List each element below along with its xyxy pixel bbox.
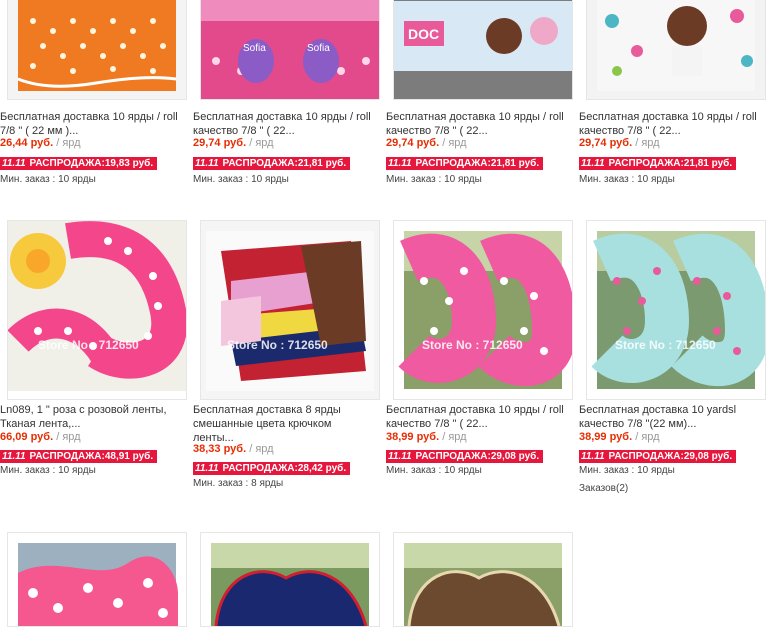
- sale-badge: 11.11 РАСПРОДАЖА:19,83 руб.: [0, 157, 158, 170]
- price-unit: / ярд: [635, 137, 660, 149]
- product-image[interactable]: [7, 0, 187, 100]
- price-row: 38,33 руб. / ярд: [193, 442, 274, 456]
- product-image[interactable]: [200, 532, 380, 627]
- min-order: Мин. заказ : 10 ярды: [0, 465, 96, 476]
- price: 38,99 руб.: [579, 431, 633, 443]
- product-image[interactable]: Store No : 712650: [586, 220, 766, 400]
- min-order: Мин. заказ : 8 ярды: [193, 478, 284, 489]
- sale-row: 11.11 РАСПРОДАЖА:29,08 руб.: [386, 446, 544, 463]
- product-image[interactable]: DOC: [393, 0, 573, 100]
- sale-event-icon: 11.11: [195, 158, 219, 169]
- price-row: 29,74 руб. / ярд: [193, 136, 274, 150]
- sale-row: 11.11 РАСПРОДАЖА:48,91 руб.: [0, 446, 158, 463]
- product-title[interactable]: Ln089, 1 " роза с розовой ленты, Тканая …: [0, 403, 178, 431]
- price: 66,09 руб.: [0, 431, 54, 443]
- sale-row: 11.11 РАСПРОДАЖА:21,81 руб.: [386, 153, 544, 170]
- price-row: 66,09 руб. / ярд: [0, 430, 81, 444]
- product-image[interactable]: Store No : 712650: [200, 220, 380, 400]
- product-title[interactable]: Бесплатная доставка 10 ярды / roll качес…: [579, 110, 757, 138]
- sale-event-icon: 11.11: [581, 158, 605, 169]
- sale-row: 11.11 РАСПРОДАЖА:21,81 руб.: [579, 153, 737, 170]
- sale-label: РАСПРОДАЖА:: [608, 451, 684, 462]
- svg-text:Sofia: Sofia: [243, 43, 266, 54]
- sale-price: 28,42 руб.: [297, 463, 347, 474]
- sale-event-icon: 11.11: [388, 451, 412, 462]
- price: 26,44 руб.: [0, 137, 54, 149]
- sale-price: 21,81 руб.: [297, 158, 347, 169]
- store-watermark: Store No : 712650: [227, 338, 328, 352]
- product-title[interactable]: Бесплатная доставка 10 ярды / roll 7/8 "…: [0, 110, 178, 138]
- price-unit: / ярд: [442, 137, 467, 149]
- price-row: 29,74 руб. / ярд: [579, 136, 660, 150]
- product-image[interactable]: [586, 0, 766, 100]
- sale-badge: 11.11 РАСПРОДАЖА:29,08 руб.: [579, 450, 737, 463]
- product-title[interactable]: Бесплатная доставка 10 ярды / roll качес…: [386, 110, 564, 138]
- sale-price: 21,81 руб.: [490, 158, 540, 169]
- min-order: Мин. заказ : 10 ярды: [579, 174, 675, 185]
- sale-label: РАСПРОДАЖА:: [222, 463, 298, 474]
- product-title[interactable]: Бесплатная доставка 10 ярды / roll качес…: [386, 403, 564, 431]
- sale-label: РАСПРОДАЖА:: [608, 158, 684, 169]
- price-unit: / ярд: [249, 137, 274, 149]
- sale-label: РАСПРОДАЖА:: [29, 451, 105, 462]
- sale-event-icon: 11.11: [195, 463, 219, 474]
- sale-label: РАСПРОДАЖА:: [415, 158, 491, 169]
- product-image[interactable]: [393, 532, 573, 627]
- sale-badge: 11.11 РАСПРОДАЖА:21,81 руб.: [579, 157, 737, 170]
- product-image[interactable]: [7, 532, 187, 627]
- sale-badge: 11.11 РАСПРОДАЖА:21,81 руб.: [193, 157, 351, 170]
- price: 29,74 руб.: [386, 137, 440, 149]
- store-watermark: Store No : 712650: [615, 338, 716, 352]
- sale-label: РАСПРОДАЖА:: [415, 451, 491, 462]
- svg-text:DOC: DOC: [408, 26, 439, 42]
- sale-row: 11.11 РАСПРОДАЖА:28,42 руб.: [193, 458, 351, 475]
- sale-badge: 11.11 РАСПРОДАЖА:48,91 руб.: [0, 450, 158, 463]
- price: 38,33 руб.: [193, 443, 247, 455]
- sale-price: 19,83 руб.: [104, 158, 154, 169]
- sale-badge: 11.11 РАСПРОДАЖА:28,42 руб.: [193, 462, 351, 475]
- sale-price: 48,91 руб.: [104, 451, 154, 462]
- sale-label: РАСПРОДАЖА:: [222, 158, 298, 169]
- sale-row: 11.11 РАСПРОДАЖА:29,08 руб.: [579, 446, 737, 463]
- min-order: Мин. заказ : 10 ярды: [386, 465, 482, 476]
- price-row: 38,99 руб. / ярд: [386, 430, 467, 444]
- product-image[interactable]: Sofia Sofia: [200, 0, 380, 100]
- min-order: Мин. заказ : 10 ярды: [193, 174, 289, 185]
- svg-text:Sofia: Sofia: [307, 43, 330, 54]
- price-row: 38,99 руб. / ярд: [579, 430, 660, 444]
- price: 29,74 руб.: [193, 137, 247, 149]
- price-row: 26,44 руб. / ярд: [0, 136, 81, 150]
- orders-count[interactable]: Заказов(2): [579, 483, 628, 495]
- min-order: Мин. заказ : 10 ярды: [579, 465, 675, 476]
- store-watermark: Store No : 712650: [38, 338, 139, 352]
- product-image[interactable]: Store No : 712650: [393, 220, 573, 400]
- store-watermark: Store No : 712650: [422, 338, 523, 352]
- sale-event-icon: 11.11: [2, 158, 26, 169]
- price-unit: / ярд: [249, 443, 274, 455]
- sale-row: 11.11 РАСПРОДАЖА:19,83 руб.: [0, 153, 158, 170]
- price-unit: / ярд: [56, 137, 81, 149]
- sale-badge: 11.11 РАСПРОДАЖА:21,81 руб.: [386, 157, 544, 170]
- sale-event-icon: 11.11: [388, 158, 412, 169]
- min-order: Мин. заказ : 10 ярды: [386, 174, 482, 185]
- price-unit: / ярд: [635, 431, 660, 443]
- price-unit: / ярд: [442, 431, 467, 443]
- price: 38,99 руб.: [386, 431, 440, 443]
- product-image[interactable]: Store No : 712650: [7, 220, 187, 400]
- product-title[interactable]: Бесплатная доставка 10 ярды / roll качес…: [193, 110, 371, 138]
- sale-event-icon: 11.11: [2, 451, 26, 462]
- sale-row: 11.11 РАСПРОДАЖА:21,81 руб.: [193, 153, 351, 170]
- sale-event-icon: 11.11: [581, 451, 605, 462]
- product-title[interactable]: Бесплатная доставка 10 yardsl качество 7…: [579, 403, 757, 431]
- min-order: Мин. заказ : 10 ярды: [0, 174, 96, 185]
- price: 29,74 руб.: [579, 137, 633, 149]
- product-title[interactable]: Бесплатная доставка 8 ярды смешанные цве…: [193, 403, 371, 445]
- sale-price: 29,08 руб.: [683, 451, 733, 462]
- sale-price: 21,81 руб.: [683, 158, 733, 169]
- sale-price: 29,08 руб.: [490, 451, 540, 462]
- sale-badge: 11.11 РАСПРОДАЖА:29,08 руб.: [386, 450, 544, 463]
- sale-label: РАСПРОДАЖА:: [29, 158, 105, 169]
- price-unit: / ярд: [56, 431, 81, 443]
- price-row: 29,74 руб. / ярд: [386, 136, 467, 150]
